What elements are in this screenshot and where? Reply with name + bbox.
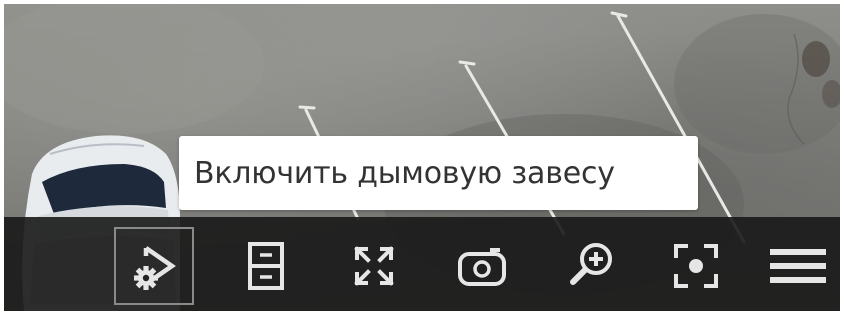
snapshot-button[interactable] — [442, 227, 522, 305]
smoke-screen-icon — [134, 246, 176, 290]
fullscreen-icon — [354, 246, 394, 286]
zoom-in-icon — [570, 243, 612, 285]
fullscreen-button[interactable] — [334, 227, 414, 305]
menu-button[interactable] — [758, 227, 838, 305]
archive-icon — [248, 242, 284, 290]
focus-point-icon — [674, 244, 718, 288]
archive-button[interactable] — [226, 227, 306, 305]
camera-snapshot-icon — [458, 248, 506, 286]
menu-icon — [770, 249, 826, 283]
zoom-in-button[interactable] — [552, 227, 632, 305]
focus-point-button[interactable] — [656, 227, 736, 305]
smoke-screen-tooltip: Включить дымовую завесу — [179, 136, 698, 210]
smoke-screen-button[interactable] — [114, 227, 194, 305]
player-toolbar — [4, 217, 840, 311]
